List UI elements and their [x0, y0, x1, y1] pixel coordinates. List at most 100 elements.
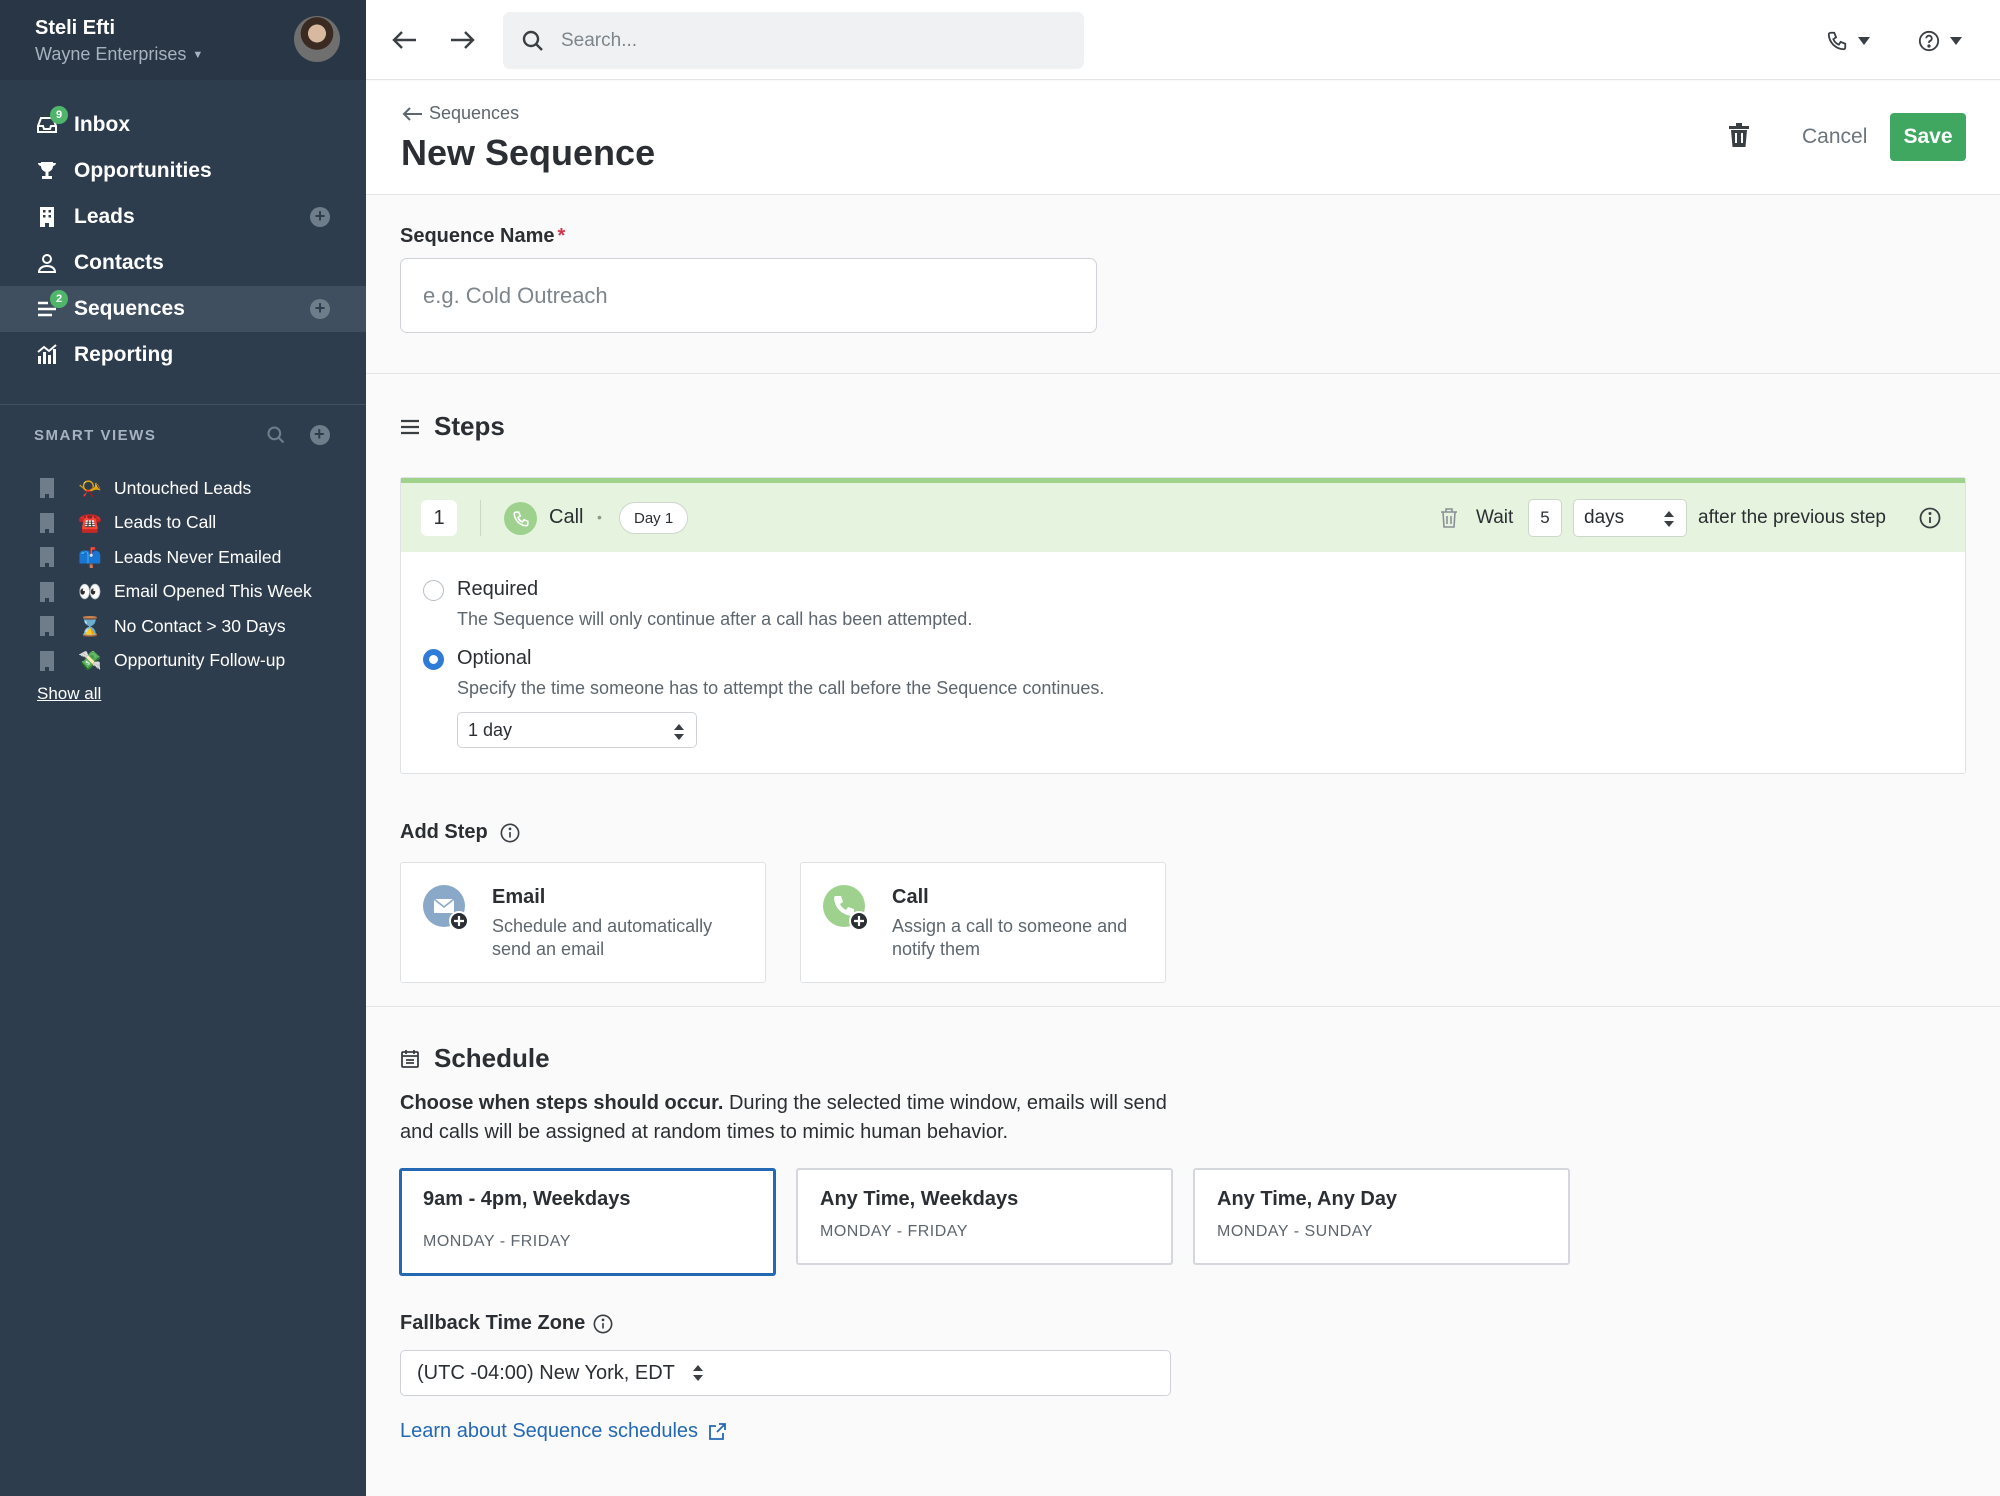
- nav-item-leads[interactable]: Leads +: [0, 194, 366, 240]
- timezone-value: (UTC -04:00) New York, EDT: [417, 1361, 675, 1384]
- smart-views-header: SMART VIEWS +: [0, 405, 366, 465]
- nav-item-label: Reporting: [74, 343, 174, 366]
- smart-view-label: Leads Never Emailed: [114, 546, 282, 567]
- help-menu[interactable]: [1918, 26, 1962, 56]
- nav-item-label: Inbox: [74, 113, 130, 136]
- account-switcher[interactable]: Steli Efti Wayne Enterprises ▼: [0, 0, 366, 80]
- wait-unit-select[interactable]: days: [1573, 499, 1687, 537]
- caret-down-icon: ▼: [192, 49, 204, 61]
- search-input[interactable]: [561, 29, 1041, 52]
- inbox-badge: 9: [50, 106, 68, 124]
- show-all-link[interactable]: Show all: [37, 684, 101, 704]
- main-content: Sequences New Sequence Cancel Save Seque…: [366, 81, 2000, 1496]
- trash-icon[interactable]: [1440, 508, 1458, 528]
- smart-view-item[interactable]: 👀 Email Opened This Week: [0, 575, 366, 610]
- sidebar: Steli Efti Wayne Enterprises ▼ 9 Inbox Op…: [0, 0, 366, 1496]
- step-type: Call: [549, 506, 584, 528]
- after-previous-text: after the previous step: [1698, 507, 1886, 528]
- nav-item-label: Opportunities: [74, 159, 212, 182]
- required-option[interactable]: Required The Sequence will only continue…: [423, 578, 972, 630]
- email-add-icon: [423, 885, 469, 931]
- add-email-step-card[interactable]: Email Schedule and automatically send an…: [400, 862, 766, 983]
- timezone-label-text: Fallback Time Zone: [400, 1312, 586, 1334]
- divider: [480, 500, 481, 536]
- phone-menu[interactable]: [1826, 26, 1870, 56]
- timezone-select[interactable]: (UTC -04:00) New York, EDT: [400, 1350, 1171, 1396]
- search-bar[interactable]: [503, 12, 1084, 69]
- smart-view-item[interactable]: 📯 Untouched Leads: [0, 471, 366, 506]
- add-call-step-card[interactable]: Call Assign a call to someone and notify…: [800, 862, 1166, 983]
- nav-item-opportunities[interactable]: Opportunities: [0, 148, 366, 194]
- save-button[interactable]: Save: [1890, 113, 1966, 161]
- schedule-option-title: Any Time, Weekdays: [820, 1188, 1019, 1210]
- sequence-name-input[interactable]: [400, 258, 1097, 333]
- page-title: New Sequence: [401, 132, 656, 173]
- add-step-heading: Add Step: [400, 821, 520, 844]
- nav-item-reporting[interactable]: Reporting: [0, 332, 366, 378]
- sequences-badge: 2: [50, 290, 68, 308]
- inbox-icon: 9: [34, 106, 68, 138]
- schedule-section: Schedule Choose when steps should occur.…: [366, 1007, 2000, 1495]
- smart-view-label: Leads to Call: [114, 512, 217, 533]
- duration-value: 1 day: [468, 719, 513, 740]
- required-radio[interactable]: [423, 580, 444, 601]
- add-sequence-button[interactable]: +: [310, 299, 330, 319]
- nav-item-contacts[interactable]: Contacts: [0, 240, 366, 286]
- radio-description: The Sequence will only continue after a …: [457, 609, 973, 629]
- smart-views-list: 📯 Untouched Leads ☎️ Leads to Call 📫 Lea…: [0, 465, 366, 678]
- add-smart-view-button[interactable]: +: [310, 425, 330, 445]
- caret-down-icon: [1950, 37, 1962, 45]
- avatar[interactable]: [294, 16, 340, 62]
- info-icon[interactable]: [1919, 507, 1941, 529]
- external-link-icon: [709, 1422, 726, 1440]
- schedule-desc-bold: Choose when steps should occur.: [400, 1092, 724, 1114]
- trophy-icon: [34, 158, 60, 184]
- cancel-button[interactable]: Cancel: [1802, 125, 1867, 149]
- list-icon: [401, 419, 419, 434]
- info-icon[interactable]: [500, 823, 520, 843]
- smart-view-item[interactable]: ⌛ No Contact > 30 Days: [0, 609, 366, 644]
- updown-icon: [1664, 511, 1674, 527]
- add-card-description: Schedule and automatically send an email: [492, 916, 713, 959]
- schedule-option-weekdays[interactable]: Any Time, Weekdays MONDAY - FRIDAY: [796, 1168, 1173, 1265]
- optional-radio[interactable]: [423, 649, 444, 670]
- breadcrumb[interactable]: Sequences: [401, 103, 2000, 124]
- add-lead-button[interactable]: +: [310, 207, 330, 227]
- building-icon: [40, 512, 54, 533]
- info-icon[interactable]: [593, 1314, 613, 1334]
- phone-icon: [1827, 31, 1847, 51]
- smart-view-label: No Contact > 30 Days: [114, 615, 286, 636]
- forward-button[interactable]: [447, 25, 477, 55]
- schedule-option-title: Any Time, Any Day: [1217, 1188, 1398, 1210]
- schedule-option-days: MONDAY - FRIDAY: [820, 1223, 968, 1240]
- nav-item-sequences[interactable]: 2 Sequences +: [0, 286, 366, 332]
- arrow-right-icon: [451, 31, 475, 49]
- eyes-icon: 👀: [78, 581, 102, 604]
- calendar-icon: [401, 1049, 419, 1068]
- trash-icon[interactable]: [1728, 123, 1750, 147]
- schedule-option-any-day[interactable]: Any Time, Any Day MONDAY - SUNDAY: [1193, 1168, 1570, 1265]
- chart-icon: [34, 342, 60, 368]
- telephone-icon: ☎️: [78, 512, 102, 535]
- radio-label: Optional: [457, 647, 532, 669]
- smart-view-item[interactable]: 📫 Leads Never Emailed: [0, 540, 366, 575]
- nav-item-label: Leads: [74, 205, 135, 228]
- add-card-title: Email: [492, 886, 546, 908]
- main-nav: 9 Inbox Opportunities Leads + Contacts 2…: [0, 80, 366, 378]
- schedule-option-weekday-hours[interactable]: 9am - 4pm, Weekdays MONDAY - FRIDAY: [399, 1168, 776, 1276]
- duration-select[interactable]: 1 day: [457, 712, 697, 748]
- optional-option[interactable]: Optional Specify the time someone has to…: [423, 647, 1104, 699]
- smart-view-item[interactable]: ☎️ Leads to Call: [0, 506, 366, 541]
- mailbox-icon: 📫: [78, 546, 102, 569]
- building-icon: [40, 547, 54, 568]
- smart-view-item[interactable]: 💸 Opportunity Follow-up: [0, 644, 366, 679]
- wait-amount-input[interactable]: 5: [1528, 499, 1562, 537]
- learn-schedules-link[interactable]: Learn about Sequence schedules: [400, 1420, 726, 1443]
- separator-dot: •: [597, 509, 602, 525]
- top-bar: [366, 0, 2000, 80]
- nav-item-inbox[interactable]: 9 Inbox: [0, 102, 366, 148]
- search-icon[interactable]: [266, 425, 286, 445]
- timezone-label: Fallback Time Zone: [400, 1312, 613, 1335]
- steps-section: Steps 1 Call • Day 1 Wait 5 days after t: [366, 374, 2000, 1007]
- back-button[interactable]: [390, 25, 420, 55]
